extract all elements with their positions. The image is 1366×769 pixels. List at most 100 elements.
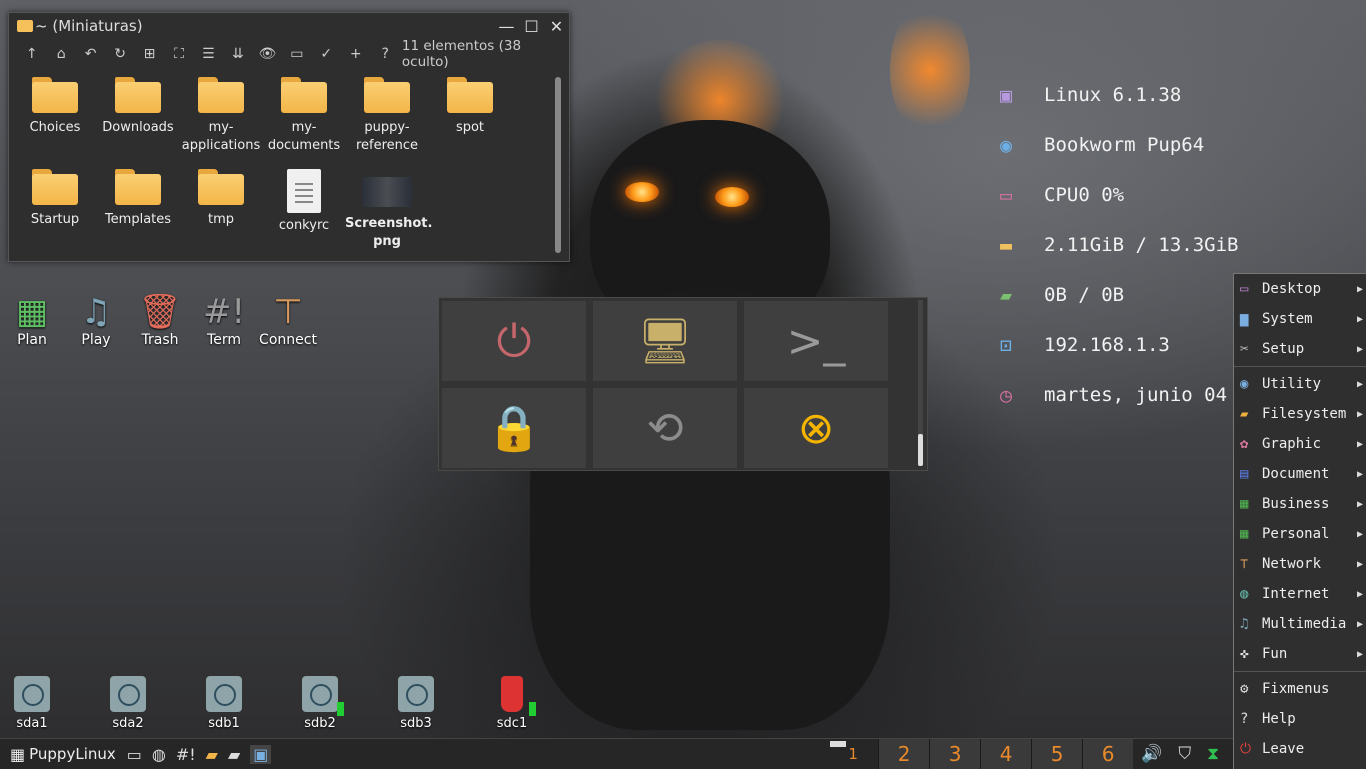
menu-item-leave[interactable]: ⏻ Leave xyxy=(1234,734,1366,764)
menu-item-internet[interactable]: ◍ Internet ▶ xyxy=(1234,579,1366,609)
hourglass-icon[interactable]: ⧗ xyxy=(1207,744,1219,764)
home-icon[interactable]: ⌂ xyxy=(46,46,75,62)
scrollbar-thumb[interactable] xyxy=(555,77,561,253)
menu-item-network[interactable]: ⊤ Network ▶ xyxy=(1234,549,1366,579)
file-item[interactable]: Screenshot. png xyxy=(345,169,432,251)
menu-item-fun[interactable]: ✜ Fun ▶ xyxy=(1234,639,1366,669)
monitor-row: ◉ Bookworm Pup64 xyxy=(1000,120,1238,170)
minimize-button[interactable]: — xyxy=(494,17,519,36)
menu-item-document[interactable]: ▤ Document ▶ xyxy=(1234,459,1366,489)
rescue-button[interactable]: ⊗ xyxy=(744,388,888,468)
menu-item-system[interactable]: ▆ System ▶ xyxy=(1234,304,1366,334)
menu-item-setup[interactable]: ✂ Setup ▶ xyxy=(1234,334,1366,364)
drive-sdb2[interactable]: sdb2 xyxy=(290,676,350,731)
scrollbar[interactable] xyxy=(555,77,561,253)
monitor-value: 0B / 0B xyxy=(1044,284,1125,306)
workspace-6[interactable]: 6 xyxy=(1082,739,1134,769)
folder-icon[interactable]: ▭ xyxy=(282,46,311,62)
file-label: puppy- reference xyxy=(355,120,419,153)
check-icon[interactable]: ✓ xyxy=(312,46,341,62)
folder-icon[interactable]: ▰ xyxy=(206,745,218,764)
lock-button[interactable]: 🔒 xyxy=(442,388,586,468)
menu-item-personal[interactable]: ▦ Personal ▶ xyxy=(1234,519,1366,549)
clock-icon: ◷ xyxy=(1000,383,1013,407)
file-item[interactable]: Startup xyxy=(13,169,97,229)
display-button[interactable]: 🖥 xyxy=(593,301,737,381)
drive-sda1[interactable]: sda1 xyxy=(2,676,62,731)
restart-button[interactable]: ⟲ xyxy=(593,388,737,468)
menu-item-filesystem[interactable]: ▰ Filesystem ▶ xyxy=(1234,399,1366,429)
system-icon: ▆ xyxy=(1240,311,1249,327)
desktop-icon-label: Plan xyxy=(17,332,47,348)
desktop-icon-trash[interactable]: 🗑 Trash xyxy=(128,292,192,348)
puppy-icon: ◉ xyxy=(1000,133,1013,157)
close-button[interactable]: ✕ xyxy=(544,17,569,36)
globe-icon[interactable]: ◍ xyxy=(152,745,166,764)
taskbar: ▦ PuppyLinux ▭ ◍ #! ▰ ▰ ▣ 1 23456 🔊 ⛉ ⧗ xyxy=(0,738,1233,769)
eye-icon[interactable]: 👁 xyxy=(253,46,282,62)
sort-icon[interactable]: ⇊ xyxy=(223,46,252,62)
network-icon: ⊤ xyxy=(273,292,303,332)
volume-icon[interactable]: 🔊 xyxy=(1141,744,1162,764)
shield-icon[interactable]: ⛉ xyxy=(1178,744,1191,764)
drive-sdc1[interactable]: sdc1 xyxy=(482,676,542,731)
workspace-current[interactable]: 1 xyxy=(828,741,878,763)
terminal-button[interactable]: >_ xyxy=(744,301,888,381)
file-label: my- documents xyxy=(267,120,341,153)
file-manager-window[interactable]: ~ (Miniaturas) — ☐ ✕ ↑ ⌂ ↶ ↻ ⊞ ⛶ ☰ ⇊ 👁 ▭ ✓ +? 11 ele… xyxy=(8,12,570,262)
menu-item-desktop[interactable]: ▭ Desktop ▶ xyxy=(1234,274,1366,304)
drive-sdb3[interactable]: sdb3 xyxy=(386,676,446,731)
back-icon[interactable]: ↶ xyxy=(76,46,105,62)
monitor-icon[interactable]: ▭ xyxy=(127,745,142,764)
menu-item-graphic[interactable]: ✿ Graphic ▶ xyxy=(1234,429,1366,459)
workspace-2[interactable]: 2 xyxy=(878,739,930,769)
new-icon[interactable]: ⊞ xyxy=(135,46,164,62)
window-titlebar[interactable]: ~ (Miniaturas) — ☐ ✕ xyxy=(9,13,569,39)
power-menu-scrollbar[interactable] xyxy=(918,300,923,466)
file-item[interactable]: my- documents xyxy=(262,77,346,155)
workspace-3[interactable]: 3 xyxy=(929,739,981,769)
file-item[interactable]: my- applications xyxy=(179,77,263,155)
menu-item-business[interactable]: ▦ Business ▶ xyxy=(1234,489,1366,519)
menu-item-multimedia[interactable]: ♫ Multimedia ▶ xyxy=(1234,609,1366,639)
maximize-button[interactable]: ☐ xyxy=(519,17,544,36)
file-item[interactable]: conkyrc xyxy=(262,169,346,235)
scrollbar-thumb[interactable] xyxy=(918,434,923,466)
drive-sda2[interactable]: sda2 xyxy=(98,676,158,731)
fullscreen-icon[interactable]: ⛶ xyxy=(164,46,193,62)
file-manager-icon[interactable]: ▰ xyxy=(228,745,240,764)
hard-drive-icon xyxy=(302,676,338,712)
workspace-5[interactable]: 5 xyxy=(1031,739,1083,769)
drive-sdb1[interactable]: sdb1 xyxy=(194,676,254,731)
desktop-icon-connect[interactable]: ⊤ Connect xyxy=(256,292,320,348)
file-item[interactable]: Choices xyxy=(13,77,97,137)
submenu-arrow-icon: ▶ xyxy=(1356,648,1363,660)
start-button[interactable]: ▦ PuppyLinux xyxy=(10,745,116,764)
list-icon[interactable]: ☰ xyxy=(194,46,223,62)
terminal-icon: #! xyxy=(202,292,246,332)
file-item[interactable]: spot xyxy=(428,77,512,137)
shutdown-button[interactable]: ⏻ xyxy=(442,301,586,381)
file-item[interactable]: tmp xyxy=(179,169,263,229)
desktop-icon-term[interactable]: #! Term xyxy=(192,292,256,348)
menu-item-label: Business xyxy=(1262,496,1330,512)
desktop-icon-label: Play xyxy=(81,332,111,348)
file-item[interactable]: puppy- reference xyxy=(345,77,429,155)
menu-item-help[interactable]: ? Help xyxy=(1234,704,1366,734)
terminal-icon[interactable]: #! xyxy=(176,745,196,764)
file-item[interactable]: Templates xyxy=(96,169,180,229)
desktop-icon-plan[interactable]: ▦ Plan xyxy=(0,292,64,348)
desktop-icon-play[interactable]: ♫ Play xyxy=(64,292,128,348)
plus-icon[interactable]: + xyxy=(341,46,370,62)
folder-icon xyxy=(32,169,78,205)
window-icon[interactable]: ▣ xyxy=(250,744,272,764)
workspace-4[interactable]: 4 xyxy=(980,739,1032,769)
refresh-icon[interactable]: ↻ xyxy=(105,46,134,62)
file-label: Templates xyxy=(104,212,172,227)
up-icon[interactable]: ↑ xyxy=(17,46,46,62)
menu-item-fixmenus[interactable]: ⚙ Fixmenus xyxy=(1234,674,1366,704)
file-item[interactable]: Downloads xyxy=(96,77,180,137)
network-ip-icon: ⊡ xyxy=(1000,333,1013,357)
menu-item-utility[interactable]: ◉ Utility ▶ xyxy=(1234,369,1366,399)
help-icon[interactable]: ? xyxy=(370,46,399,62)
